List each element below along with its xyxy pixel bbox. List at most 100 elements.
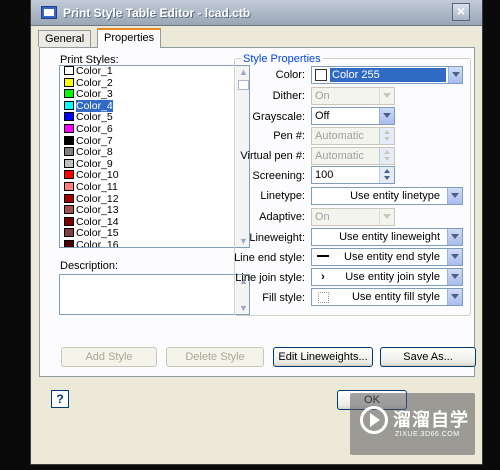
line-end-style-select[interactable]: Use entity end style: [311, 248, 463, 266]
color-swatch: [64, 66, 74, 75]
add-style-button[interactable]: Add Style: [61, 347, 157, 367]
chevron-down-icon[interactable]: [447, 269, 462, 285]
screening-stepper[interactable]: 100: [311, 166, 395, 184]
chevron-down-icon[interactable]: [447, 229, 462, 245]
spinner-arrows-icon[interactable]: [379, 167, 394, 183]
color-swatch: [64, 158, 74, 168]
color-swatch: [64, 181, 74, 191]
close-button[interactable]: ×: [452, 3, 470, 21]
tab-general[interactable]: General: [38, 30, 92, 47]
pen-value: Automatic: [315, 130, 364, 142]
watermark-url: ZIXUE.3D66.COM: [395, 431, 460, 438]
color-swatch: [64, 228, 74, 238]
line-end-style-value: Use entity end style: [344, 251, 440, 263]
dither-label: Dither:: [272, 90, 305, 102]
adaptive-label: Adaptive:: [259, 211, 305, 223]
grayscale-select[interactable]: Off: [311, 107, 395, 125]
grayscale-label: Grayscale:: [252, 111, 305, 123]
color-swatch: [64, 147, 74, 157]
line-end-style-label: Line end style:: [234, 252, 305, 264]
line-join-style-icon: ›: [321, 271, 325, 283]
chevron-down-icon[interactable]: [379, 209, 394, 225]
adaptive-value: On: [315, 211, 330, 223]
color-value: Color 255: [330, 68, 446, 82]
lineweight-value: Use entity lineweight: [339, 231, 440, 243]
chevron-down-icon[interactable]: [447, 188, 462, 204]
fill-style-select[interactable]: Use entity fill style: [311, 288, 463, 306]
color-swatch: [64, 100, 74, 110]
list-item-label: Color_11: [76, 180, 118, 193]
list-item-label: Color_4: [76, 99, 113, 112]
color-swatch: [64, 112, 74, 122]
window-title: Print Style Table Editor - lcad.ctb: [63, 6, 251, 20]
delete-style-button[interactable]: Delete Style: [166, 347, 264, 367]
color-swatch: [64, 239, 74, 247]
list-item-label: Color_7: [76, 134, 113, 147]
chevron-down-icon[interactable]: [379, 88, 394, 104]
line-join-style-value: Use entity join style: [345, 271, 440, 283]
list-item-label: Color_10: [76, 169, 119, 182]
list-item-label: Color_14: [76, 215, 119, 228]
description-field[interactable]: ▲ ▼: [59, 274, 250, 315]
play-logo-icon: [360, 406, 388, 434]
list-item-label: Color_2: [76, 76, 113, 89]
list-item-label: Color_9: [76, 157, 113, 170]
chevron-down-icon[interactable]: [447, 289, 462, 305]
save-as-button[interactable]: Save As...: [380, 347, 476, 367]
grayscale-value: Off: [315, 110, 330, 122]
color-swatch: [64, 216, 74, 226]
pen-stepper[interactable]: Automatic: [311, 127, 395, 145]
edit-lineweights-button[interactable]: Edit Lineweights...: [273, 347, 373, 367]
color-swatch: [64, 170, 74, 180]
tab-properties[interactable]: Properties: [97, 28, 162, 48]
color-swatch: [64, 135, 74, 145]
color-swatch: [64, 205, 74, 215]
chevron-down-icon[interactable]: [379, 108, 394, 124]
color-swatch: [64, 123, 74, 133]
list-item-label: Color_8: [76, 146, 113, 159]
spinner-arrows-icon[interactable]: [379, 128, 394, 144]
print-styles-list[interactable]: Color_1 Color_2 Color_3 Color_4 Color_5 Color…: [59, 65, 250, 248]
list-item-label: Color_13: [76, 204, 119, 217]
list-item-label: Color_16: [76, 238, 119, 248]
tab-general-label: General: [45, 33, 85, 45]
tab-properties-label: Properties: [104, 32, 155, 44]
list-item-label: Color_5: [76, 111, 113, 124]
list-item-label: Color_6: [76, 122, 113, 135]
line-end-style-icon: [316, 249, 330, 263]
line-join-style-select[interactable]: › Use entity join style: [311, 268, 463, 286]
color-swatch: [64, 193, 74, 203]
description-label: Description:: [60, 260, 119, 272]
virtual-pen-stepper[interactable]: Automatic: [311, 147, 395, 165]
pen-label: Pen #:: [273, 130, 305, 142]
title-bar[interactable]: Print Style Table Editor - lcad.ctb ×: [31, 0, 482, 26]
chevron-down-icon[interactable]: [447, 249, 462, 265]
screening-value: 100: [315, 169, 334, 181]
screening-label: Screening:: [252, 170, 305, 182]
spinner-arrows-icon[interactable]: [379, 148, 394, 164]
list-item[interactable]: Color_16: [60, 238, 249, 248]
fill-style-value: Use entity fill style: [351, 291, 440, 303]
linetype-select[interactable]: Use entity linetype: [311, 187, 463, 205]
dither-value: On: [315, 90, 330, 102]
style-properties-title: Style Properties: [241, 53, 323, 65]
lineweight-label: Lineweight:: [249, 232, 305, 244]
dither-select[interactable]: On: [311, 87, 395, 105]
linetype-value: Use entity linetype: [350, 190, 440, 202]
watermark-brand: 溜溜自学: [393, 410, 469, 430]
lineweight-select[interactable]: Use entity lineweight: [311, 228, 463, 246]
app-icon: [41, 6, 57, 19]
fill-style-icon: [316, 290, 330, 304]
adaptive-select[interactable]: On: [311, 208, 395, 226]
color-select[interactable]: Color 255: [311, 66, 463, 84]
chevron-down-icon[interactable]: [448, 67, 462, 83]
help-button[interactable]: ?: [51, 390, 69, 408]
color-swatch: [64, 77, 74, 87]
fill-style-label: Fill style:: [262, 292, 305, 304]
list-item-label: Color_15: [76, 227, 119, 240]
color-swatch: [315, 69, 327, 81]
linetype-label: Linetype:: [260, 190, 305, 202]
list-item-label: Color_3: [76, 88, 113, 101]
virtual-pen-value: Automatic: [315, 150, 364, 162]
color-label: Color:: [275, 69, 305, 81]
